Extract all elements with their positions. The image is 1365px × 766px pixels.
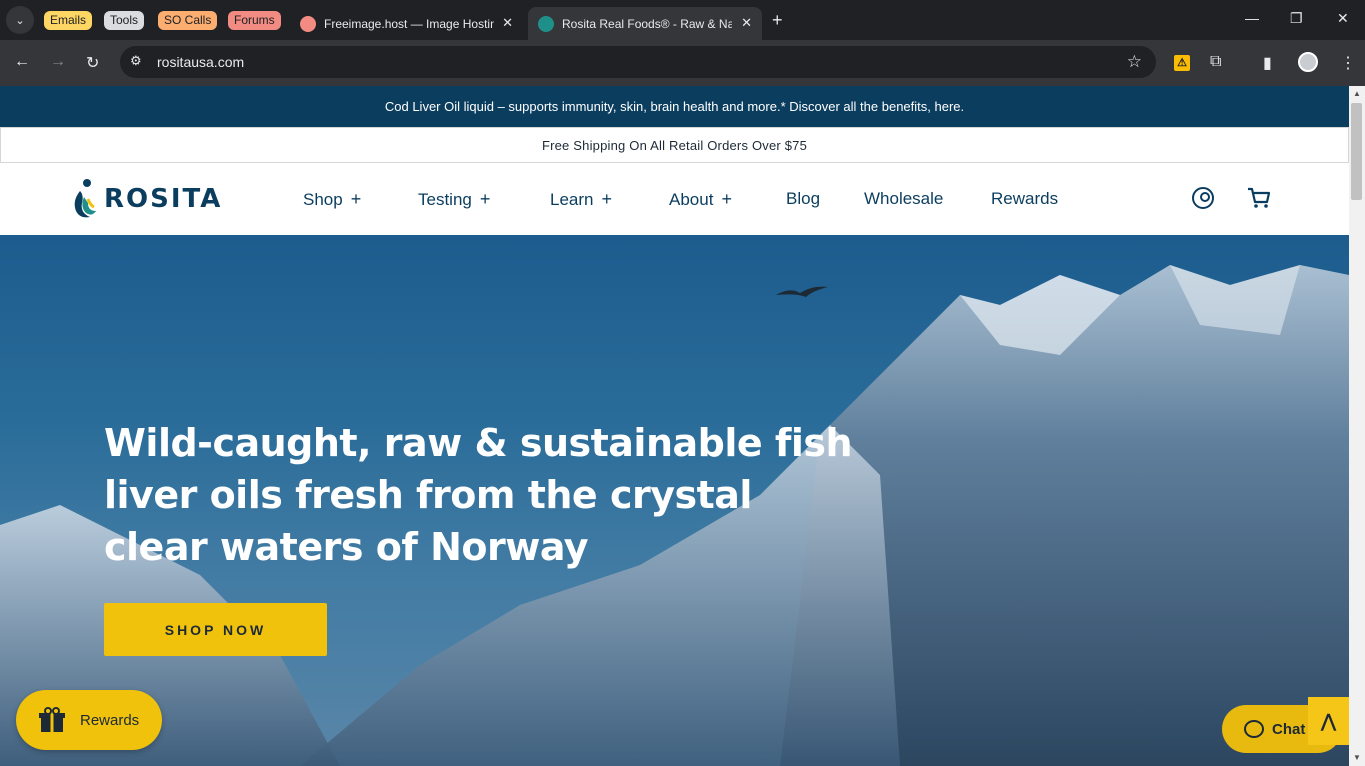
nav-label: Blog: [786, 189, 821, 208]
hero-title-line: liver oils fresh from the crystal: [104, 473, 752, 517]
logo-wordmark: ROSITA: [104, 184, 223, 214]
plus-icon: +: [479, 189, 491, 209]
restore-button[interactable]: ❐: [1290, 10, 1303, 27]
nav-label: Wholesale: [864, 189, 944, 208]
site-info-icon[interactable]: ⚙: [130, 53, 142, 69]
page-scrollbar[interactable]: ▲ ▼: [1349, 86, 1365, 766]
close-tab-icon[interactable]: ✕: [741, 15, 752, 31]
url-text[interactable]: rositausa.com: [157, 54, 244, 70]
rewards-widget-button[interactable]: Rewards: [16, 690, 162, 750]
nav-label: About: [669, 190, 714, 209]
chat-bubble-icon: [1244, 720, 1264, 738]
tab-freeimage[interactable]: Freeimage.host — Image Hostin ✕: [290, 7, 523, 40]
browser-toolbar: ← → ↻ ⚙ rositausa.com ☆ ⚠ ⧉ ▮ ⋮: [0, 40, 1365, 86]
address-bar[interactable]: ⚙ rositausa.com ☆: [120, 46, 1156, 78]
tab-title: Rosita Real Foods® - Raw & Na: [562, 16, 732, 31]
rosita-logo-icon: [74, 179, 96, 218]
shipping-text: Free Shipping On All Retail Orders Over …: [541, 137, 808, 153]
tab-title: Freeimage.host — Image Hostin: [324, 16, 494, 31]
nav-wholesale[interactable]: Wholesale: [864, 189, 943, 209]
tab-search-button[interactable]: ⌄: [6, 6, 34, 34]
nav-label: Rewards: [991, 189, 1059, 208]
minimize-button[interactable]: —: [1245, 10, 1259, 26]
shipping-bar: Free Shipping On All Retail Orders Over …: [0, 127, 1349, 163]
hero-title-line: Wild-caught, raw & sustainable fish: [104, 421, 853, 465]
shop-now-button[interactable]: SHOP NOW: [104, 603, 327, 656]
chat-widget-label: Chat: [1272, 720, 1306, 738]
close-window-button[interactable]: ✕: [1337, 10, 1349, 27]
nav-label: Shop: [303, 190, 343, 209]
rosita-favicon: [538, 15, 554, 32]
apollo-extension-icon[interactable]: ⋀: [1308, 697, 1349, 745]
tab-group-emails[interactable]: Emails: [44, 11, 93, 30]
scroll-up-arrow-icon[interactable]: ▲: [1353, 89, 1361, 98]
announcement-text[interactable]: Cod Liver Oil liquid – supports immunity…: [385, 99, 964, 114]
freeimage-favicon: [300, 15, 316, 32]
reload-icon[interactable]: ↻: [86, 53, 99, 73]
nav-about[interactable]: About +: [669, 189, 732, 210]
forward-arrow-icon[interactable]: →: [50, 53, 66, 71]
nav-label: Learn: [550, 190, 594, 209]
nav-testing[interactable]: Testing +: [418, 189, 490, 210]
site-header: ROSITA Shop + Testing + Learn + About + Blog…: [0, 163, 1349, 235]
gift-icon: [39, 707, 65, 732]
hero-title: Wild-caught, raw & sustainable fish live…: [104, 417, 864, 573]
scrollbar-thumb[interactable]: [1351, 103, 1362, 200]
browser-tab-strip: ⌄ Emails Tools SO Calls Forums Freeimage…: [0, 0, 1365, 40]
close-tab-icon[interactable]: ✕: [502, 15, 513, 31]
extensions-puzzle-icon[interactable]: ⧉: [1210, 53, 1221, 71]
plus-icon: +: [601, 189, 612, 209]
hero-banner: Wild-caught, raw & sustainable fish live…: [0, 235, 1349, 766]
account-icon[interactable]: [1192, 187, 1214, 209]
rewards-widget-label: Rewards: [80, 711, 140, 729]
new-tab-button[interactable]: +: [772, 10, 783, 31]
back-arrow-icon[interactable]: ←: [14, 53, 30, 71]
tab-rosita[interactable]: Rosita Real Foods® - Raw & Na ✕: [528, 7, 762, 40]
cart-icon[interactable]: [1247, 187, 1271, 209]
bookmark-star-icon[interactable]: ☆: [1127, 52, 1142, 72]
tab-group-so-calls[interactable]: SO Calls: [158, 11, 218, 30]
tab-group-tools[interactable]: Tools: [104, 11, 145, 30]
scroll-down-arrow-icon[interactable]: ▼: [1353, 753, 1361, 762]
plus-icon: +: [350, 189, 362, 209]
side-panel-icon[interactable]: ▮: [1263, 53, 1272, 73]
nav-blog[interactable]: Blog: [786, 189, 820, 209]
nav-rewards[interactable]: Rewards: [991, 189, 1058, 209]
menu-kebab-icon[interactable]: ⋮: [1340, 53, 1356, 73]
hero-title-line: clear waters of Norway: [104, 525, 589, 569]
rosita-logo[interactable]: ROSITA: [70, 177, 222, 221]
plus-icon: +: [721, 189, 732, 209]
profile-avatar[interactable]: [1298, 52, 1318, 72]
webpage: Cod Liver Oil liquid – supports immunity…: [0, 86, 1349, 766]
nav-shop[interactable]: Shop +: [303, 189, 361, 210]
extension-yellow-icon[interactable]: ⚠: [1174, 55, 1190, 71]
nav-learn[interactable]: Learn +: [550, 189, 612, 210]
nav-label: Testing: [418, 190, 472, 209]
tab-group-forums[interactable]: Forums: [228, 11, 281, 30]
announcement-bar[interactable]: Cod Liver Oil liquid – supports immunity…: [0, 86, 1349, 127]
